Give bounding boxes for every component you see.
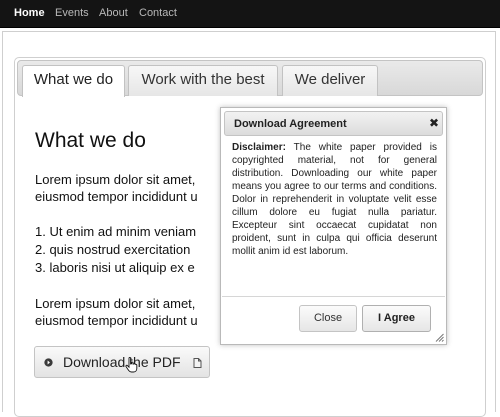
document-icon — [193, 358, 202, 368]
top-navbar: Home Events About Contact — [0, 0, 500, 28]
hand-pointer-icon — [125, 357, 138, 373]
nav-home[interactable]: Home — [14, 7, 45, 20]
download-pdf-label: Download the PDF — [63, 354, 181, 370]
download-pdf-button[interactable]: Download the PDF — [34, 346, 210, 378]
tab-what-we-do[interactable]: What we do — [22, 65, 125, 97]
dialog-divider — [222, 296, 445, 297]
dialog-body: Disclaimer: The white paper provided is … — [232, 141, 437, 258]
list-item: 1. Ut enim ad minim veniam — [35, 224, 197, 239]
list-item: 2. quis nostrud exercitation — [35, 242, 191, 257]
close-icon[interactable]: ✖ — [429, 117, 439, 130]
paragraph-2-line-2: eiusmod tempor incididunt u — [35, 313, 198, 328]
paragraph-2-line-1: Lorem ipsum dolor sit amet, — [35, 296, 196, 311]
disclaimer-label: Disclaimer: — [232, 142, 286, 153]
paragraph-1-line-2: eiusmod tempor incididunt u — [35, 189, 198, 204]
list-item: 3. laboris nisi ut aliquip ex e — [35, 260, 195, 275]
resize-grip-icon[interactable] — [435, 333, 444, 342]
dialog-titlebar[interactable]: Download Agreement ✖ — [224, 111, 443, 136]
close-button[interactable]: Close — [299, 305, 357, 332]
tab-work-with-the-best[interactable]: Work with the best — [128, 65, 278, 96]
disclaimer-text: The white paper provided is copyrighted … — [232, 142, 437, 257]
i-agree-button[interactable]: I Agree — [362, 305, 431, 332]
dialog-title: Download Agreement — [234, 118, 347, 130]
content-heading: What we do — [35, 129, 146, 152]
nav-about[interactable]: About — [99, 7, 128, 20]
tab-we-deliver[interactable]: We deliver — [282, 65, 378, 96]
arrow-circle-icon — [44, 358, 53, 367]
paragraph-1-line-1: Lorem ipsum dolor sit amet, — [35, 172, 196, 187]
download-agreement-dialog: Download Agreement ✖ Disclaimer: The whi… — [220, 107, 447, 345]
nav-events[interactable]: Events — [55, 7, 89, 20]
nav-contact[interactable]: Contact — [139, 7, 177, 20]
